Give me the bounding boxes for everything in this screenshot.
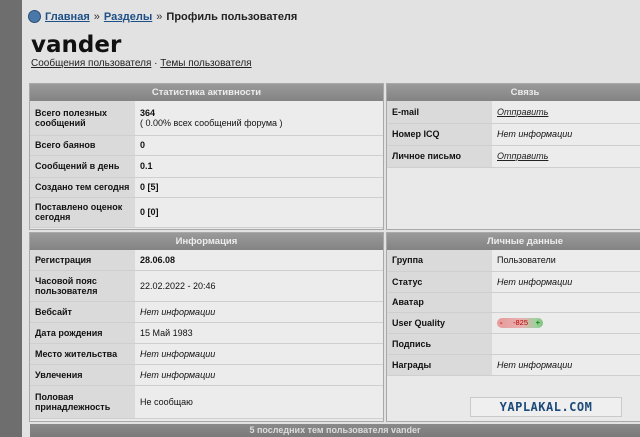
username-title: vander: [31, 32, 122, 58]
row-label: Всего баянов: [30, 135, 135, 156]
row-label: Создано тем сегодня: [30, 177, 135, 198]
row-label: Половая принадлежность: [30, 385, 135, 419]
row-value: Отправить: [492, 101, 640, 124]
breadcrumb: Главная » Разделы » Профиль пользователя: [28, 10, 297, 23]
row-value: 15 Май 1983: [135, 322, 383, 344]
row-label: Дата рождения: [30, 322, 135, 344]
table-row: Личное письмо Отправить: [387, 145, 640, 168]
private-message-send-link[interactable]: Отправить: [497, 151, 548, 161]
row-value: Пользователи: [492, 250, 640, 272]
row-value: Нет информации: [135, 364, 383, 386]
breadcrumb-current: Профиль пользователя: [166, 10, 298, 23]
table-row: Вебсайт Нет информации: [30, 301, 383, 323]
row-label: User Quality: [387, 312, 492, 334]
site-watermark: YAPLAKAL.COM: [470, 397, 622, 417]
information-panel: Информация Регистрация 28.06.08 Часовой …: [29, 232, 384, 422]
table-row: Создано тем сегодня 0 [5]: [30, 177, 383, 198]
table-row: User Quality - -825 +: [387, 312, 640, 334]
rate-plus-button[interactable]: +: [536, 318, 540, 328]
table-row: Увлечения Нет информации: [30, 364, 383, 386]
row-label: Статус: [387, 271, 492, 293]
personal-panel-title: Личные данные: [387, 233, 640, 250]
row-label: Группа: [387, 250, 492, 272]
recent-topics-header: 5 последних тем пользователя vander: [30, 424, 640, 437]
row-label: Часовой пояс пользователя: [30, 270, 135, 302]
row-label: Место жительства: [30, 343, 135, 365]
row-value: Нет информации: [492, 271, 640, 293]
row-value: 0.1: [135, 155, 383, 178]
table-row: Место жительства Нет информации: [30, 343, 383, 365]
table-row: Поставлено оценок сегодня 0 [0]: [30, 197, 383, 228]
personal-table: Группа Пользователи Статус Нет информаци…: [387, 250, 640, 376]
table-row: Аватар: [387, 292, 640, 313]
row-value: Нет информации: [492, 354, 640, 376]
row-label: Подпись: [387, 333, 492, 355]
row-value: 364 ( 0.00% всех сообщений форума ): [135, 101, 383, 136]
information-panel-title: Информация: [30, 233, 383, 250]
row-value: 28.06.08: [135, 250, 383, 271]
row-value: Нет информации: [135, 343, 383, 365]
table-row: Половая принадлежность Не сообщаю: [30, 385, 383, 419]
table-row: Сообщений в день 0.1: [30, 155, 383, 178]
row-label: Сообщений в день: [30, 155, 135, 178]
contact-panel: Связь E-mail Отправить Номер ICQ Нет инф…: [386, 83, 640, 230]
personal-panel: Личные данные Группа Пользователи Статус…: [386, 232, 640, 422]
useful-posts-percent: ( 0.00% всех сообщений форума ): [140, 117, 283, 128]
user-posts-link[interactable]: Сообщения пользователя: [31, 58, 151, 69]
row-value: 0 [0]: [135, 197, 383, 228]
user-topics-link[interactable]: Темы пользователя: [160, 58, 251, 69]
table-row: Регистрация 28.06.08: [30, 250, 383, 271]
row-label: Личное письмо: [387, 145, 492, 168]
email-send-link[interactable]: Отправить: [497, 107, 548, 117]
breadcrumb-home-link[interactable]: Главная: [45, 11, 90, 23]
useful-posts-count: 364: [140, 107, 156, 118]
table-row: E-mail Отправить: [387, 101, 640, 124]
breadcrumb-sections-link[interactable]: Разделы: [104, 11, 152, 23]
user-quality-rating: - -825 +: [497, 317, 543, 328]
contact-table: E-mail Отправить Номер ICQ Нет информаци…: [387, 101, 640, 168]
row-value: Отправить: [492, 145, 640, 168]
table-row: Всего баянов 0: [30, 135, 383, 156]
table-row: Статус Нет информации: [387, 271, 640, 293]
activity-table: Всего полезных сообщений 364 ( 0.00% все…: [30, 101, 383, 228]
row-label: Вебсайт: [30, 301, 135, 323]
rate-minus-button[interactable]: -: [500, 318, 503, 328]
table-row: Номер ICQ Нет информации: [387, 123, 640, 146]
row-label: Поставлено оценок сегодня: [30, 197, 135, 228]
home-icon[interactable]: [28, 10, 41, 23]
row-label: Аватар: [387, 292, 492, 313]
row-label: Регистрация: [30, 250, 135, 271]
information-table: Регистрация 28.06.08 Часовой пояс пользо…: [30, 250, 383, 419]
page: Главная » Разделы » Профиль пользователя…: [22, 0, 640, 437]
breadcrumb-separator: »: [156, 10, 163, 23]
signature: [492, 333, 640, 355]
row-label: Всего полезных сообщений: [30, 101, 135, 136]
row-value: - -825 +: [492, 312, 640, 334]
user-quality-value: -825: [513, 317, 529, 327]
row-value: 0: [135, 135, 383, 156]
user-links-separator: ·: [154, 58, 158, 69]
row-value: Не сообщаю: [135, 385, 383, 419]
row-label: E-mail: [387, 101, 492, 124]
row-label: Награды: [387, 354, 492, 376]
breadcrumb-separator: »: [93, 10, 100, 23]
table-row: Всего полезных сообщений 364 ( 0.00% все…: [30, 101, 383, 136]
table-row: Награды Нет информации: [387, 354, 640, 376]
user-links: Сообщения пользователя · Темы пользовате…: [31, 58, 252, 69]
avatar: [492, 292, 640, 313]
contact-panel-title: Связь: [387, 84, 640, 101]
table-row: Дата рождения 15 Май 1983: [30, 322, 383, 344]
row-value: 0 [5]: [135, 177, 383, 198]
row-label: Увлечения: [30, 364, 135, 386]
table-row: Подпись: [387, 333, 640, 355]
table-row: Часовой пояс пользователя 22.02.2022 - 2…: [30, 270, 383, 302]
row-value: Нет информации: [135, 301, 383, 323]
row-value: Нет информации: [492, 123, 640, 146]
row-label: Номер ICQ: [387, 123, 492, 146]
table-row: Группа Пользователи: [387, 250, 640, 272]
activity-panel-title: Статистика активности: [30, 84, 383, 101]
activity-panel: Статистика активности Всего полезных соо…: [29, 83, 384, 230]
row-value: 22.02.2022 - 20:46: [135, 270, 383, 302]
